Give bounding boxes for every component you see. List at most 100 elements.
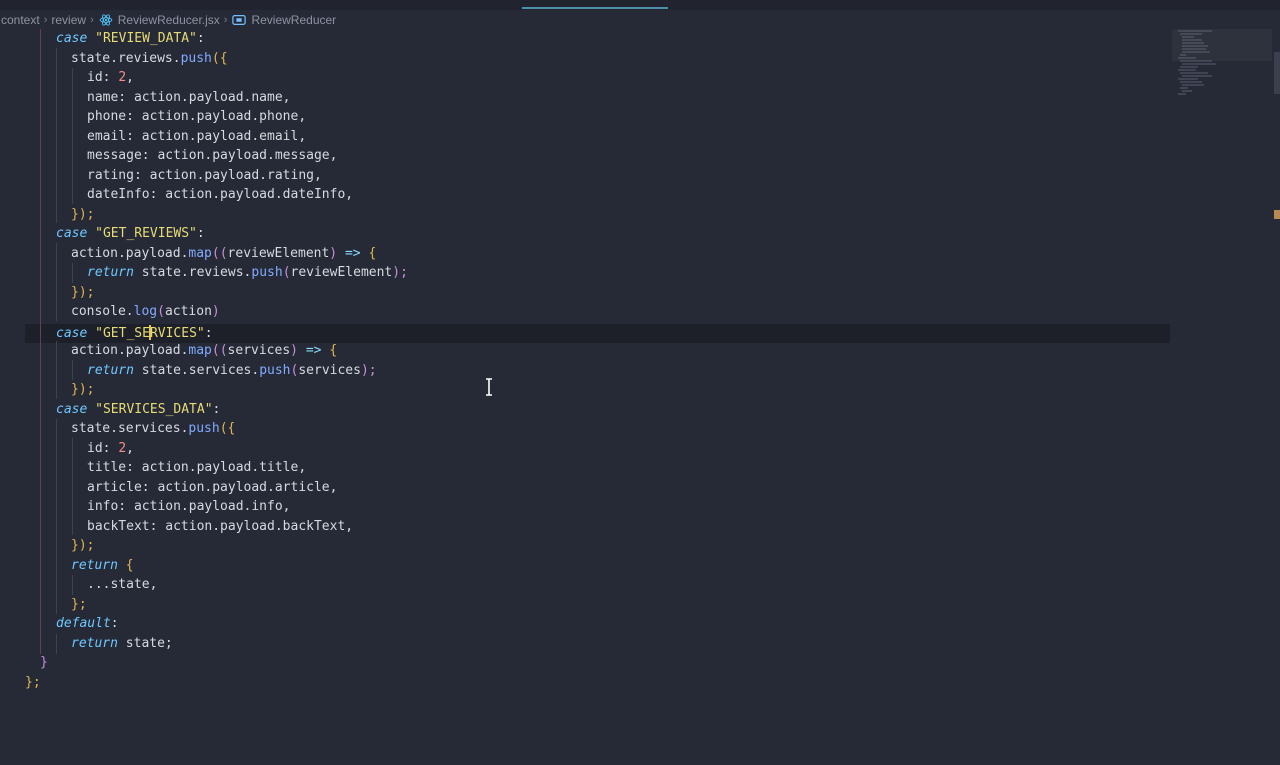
code-token: ); xyxy=(360,363,377,378)
breadcrumb: context › review › ReviewReducer.jsx › R… xyxy=(0,10,1280,29)
code-token: (( xyxy=(211,246,228,261)
code-token: console. xyxy=(71,304,134,319)
code-token: action.payload. xyxy=(71,343,189,358)
code-token: }); xyxy=(71,207,95,222)
code-token: , xyxy=(126,70,134,85)
code-token: push xyxy=(251,265,283,280)
breadcrumb-folder-context[interactable]: context xyxy=(0,13,41,27)
code-token: case xyxy=(56,31,88,46)
code-line: state.services.push({ xyxy=(71,419,235,439)
code-line: return state.reviews.push(reviewElement)… xyxy=(87,263,408,283)
indent-guide xyxy=(40,29,41,654)
code-line: title: action.payload.title, xyxy=(87,460,307,475)
code-line: id: 2, xyxy=(87,439,134,459)
indent-guide xyxy=(56,48,57,223)
code-token: "GET_REVIEWS" xyxy=(95,226,197,241)
indent-guide xyxy=(72,68,73,204)
indent-guide xyxy=(56,419,57,614)
code-token: return xyxy=(71,558,118,573)
code-token: (( xyxy=(211,343,228,358)
code-token: "GET_SE xyxy=(95,326,150,341)
code-line: ...state, xyxy=(87,577,158,592)
code-token: push xyxy=(259,363,291,378)
code-line: message: action.payload.message, xyxy=(87,148,338,163)
react-icon xyxy=(99,13,113,26)
code-line: article: action.payload.article, xyxy=(87,480,338,495)
code-token: state.reviews. xyxy=(71,51,181,66)
code-line: case "REVIEW_DATA": xyxy=(56,29,205,49)
code-token: "SERVICES_DATA" xyxy=(95,402,213,417)
code-line: action.payload.map((services) => { xyxy=(71,341,337,361)
indent-guide xyxy=(72,438,73,535)
active-tab-indicator xyxy=(522,7,668,9)
code-line: case "GET_REVIEWS": xyxy=(56,224,205,244)
code-line: } xyxy=(40,655,48,670)
code-token: : xyxy=(212,402,221,417)
code-token: map xyxy=(188,343,212,358)
code-token: }); xyxy=(71,382,95,397)
code-token: default xyxy=(56,616,111,631)
code-token: : xyxy=(196,226,205,241)
scrollbar-thumb[interactable] xyxy=(1274,52,1280,94)
minimap[interactable] xyxy=(1172,29,1272,99)
code-token: ( xyxy=(282,265,291,280)
breadcrumb-folder-review[interactable]: review xyxy=(50,13,87,27)
code-line: info: action.payload.info, xyxy=(87,499,291,514)
code-token: state.services. xyxy=(71,421,189,436)
chevron-right-icon: › xyxy=(223,13,228,26)
code-token: => xyxy=(337,246,369,261)
code-line: }); xyxy=(71,205,94,225)
code-token: }; xyxy=(71,597,87,612)
code-line: }); xyxy=(71,283,94,303)
code-line: email: action.payload.email, xyxy=(87,129,307,144)
text-cursor-icon xyxy=(486,378,492,396)
code-line: dateInfo: action.payload.dateInfo, xyxy=(87,187,354,202)
code-token: : xyxy=(196,31,205,46)
code-line: console.log(action) xyxy=(71,302,220,322)
code-line: }; xyxy=(71,595,87,615)
code-token: state.services. xyxy=(133,363,260,378)
indent-guide xyxy=(56,243,57,321)
chevron-right-icon: › xyxy=(43,13,48,26)
code-token: ({ xyxy=(211,51,228,66)
code-token: , xyxy=(126,441,134,456)
code-line: state.reviews.push({ xyxy=(71,49,228,69)
code-token: }); xyxy=(71,538,95,553)
breadcrumb-symbol[interactable]: ReviewReducer xyxy=(250,13,337,27)
code-token: case xyxy=(56,226,88,241)
code-token: { xyxy=(368,246,377,261)
indent-guide xyxy=(72,575,73,595)
code-line: id: 2, xyxy=(87,68,134,88)
code-token: 2 xyxy=(118,441,127,456)
code-token: return xyxy=(71,636,118,651)
code-line: backText: action.payload.backText, xyxy=(87,519,354,534)
code-line: }; xyxy=(25,675,41,690)
code-line: return { xyxy=(71,556,134,576)
breadcrumb-file[interactable]: ReviewReducer.jsx xyxy=(117,13,221,27)
code-token: "REVIEW_DATA" xyxy=(95,31,197,46)
code-editor[interactable]: case "REVIEW_DATA": state.reviews.push({… xyxy=(0,29,1170,765)
code-line: action.payload.map((reviewElement) => { xyxy=(71,244,376,264)
code-token: case xyxy=(56,326,88,341)
code-token: services xyxy=(227,343,291,358)
indent-guide xyxy=(72,360,73,380)
code-token: : xyxy=(204,326,213,341)
indent-guide xyxy=(56,634,57,654)
code-token: case xyxy=(56,402,88,417)
code-token: ({ xyxy=(219,421,236,436)
code-line: default: xyxy=(56,614,119,634)
code-token: log xyxy=(133,304,158,319)
vertical-scrollbar[interactable] xyxy=(1272,29,1280,765)
symbol-class-icon xyxy=(232,14,247,25)
code-line: rating: action.payload.rating, xyxy=(87,168,322,183)
code-token: map xyxy=(188,246,212,261)
scrollbar-cursor-marker xyxy=(1274,210,1280,219)
code-line: }); xyxy=(71,380,94,400)
code-token: services xyxy=(298,363,361,378)
code-token: ) xyxy=(211,304,220,319)
code-token: reviewElement xyxy=(227,246,330,261)
code-token: { xyxy=(117,558,134,573)
vscode-editor-window: context › review › ReviewReducer.jsx › R… xyxy=(0,0,1280,765)
chevron-right-icon: › xyxy=(90,13,94,26)
code-token: return xyxy=(87,363,134,378)
